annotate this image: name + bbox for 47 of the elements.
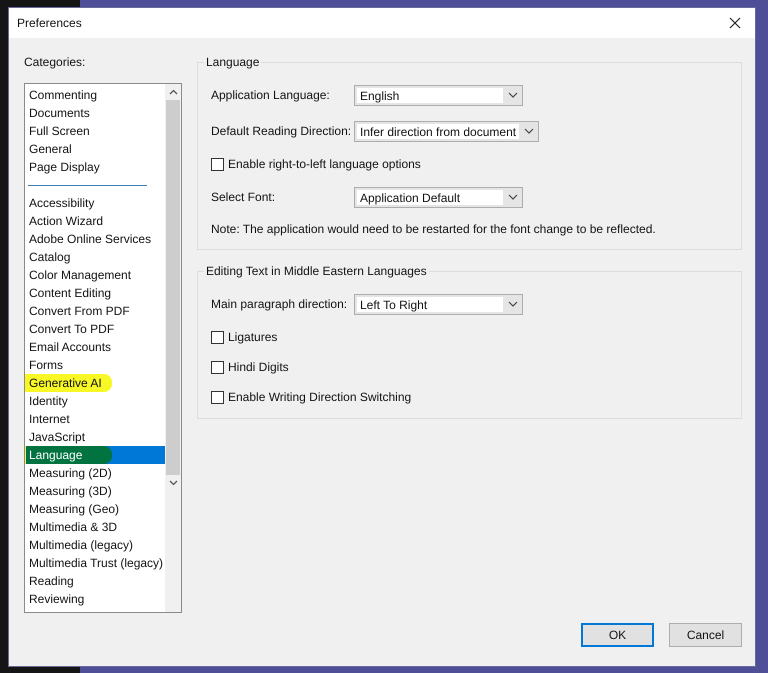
categories-label: Categories:	[24, 55, 86, 71]
category-item[interactable]: Measuring (Geo)	[26, 500, 165, 518]
dropdown[interactable]: Infer direction from document	[354, 120, 540, 142]
category-item[interactable]: Multimedia Trust (legacy)	[26, 554, 165, 572]
note-text: Note: The application would need to be restarted for the font change to be reflected.	[211, 222, 656, 236]
category-item[interactable]: Convert From PDF	[26, 302, 165, 320]
category-item[interactable]: Forms	[26, 356, 165, 374]
category-item[interactable]: Documents	[26, 104, 165, 122]
field-label: Application Language:	[211, 88, 331, 102]
category-item[interactable]: Email Accounts	[26, 338, 165, 356]
category-item[interactable]: Internet	[26, 410, 165, 428]
category-item[interactable]: Language	[26, 446, 165, 464]
category-item[interactable]: General	[26, 140, 165, 158]
category-item[interactable]: Generative AI	[26, 374, 165, 392]
dialog-button[interactable]: OK	[581, 623, 654, 647]
checkbox-label[interactable]: Enable Writing Direction Switching	[228, 390, 412, 404]
category-item[interactable]: Measuring (3D)	[26, 482, 165, 500]
checkbox-label[interactable]: Ligatures	[228, 330, 278, 344]
category-item[interactable]: Reading	[26, 572, 165, 590]
dropdown[interactable]: Left To Right	[354, 294, 523, 314]
category-item[interactable]: Action Wizard	[26, 212, 165, 230]
window-title: Preferences	[17, 16, 82, 30]
field-label: Default Reading Direction:	[211, 124, 352, 138]
group-title: Language	[204, 55, 262, 69]
group-title: Editing Text in Middle Eastern Languages	[204, 264, 429, 278]
category-item[interactable]: Convert To PDF	[26, 320, 165, 338]
category-item[interactable]: JavaScript	[26, 428, 165, 446]
category-item[interactable]: Adobe Online Services	[26, 230, 165, 248]
field-label: Main paragraph direction:	[211, 297, 348, 311]
category-item[interactable]: Full Screen	[26, 122, 165, 140]
category-item[interactable]: Multimedia (legacy)	[26, 536, 165, 554]
dropdown[interactable]: Application Default	[354, 186, 523, 208]
category-item[interactable]: Accessibility	[26, 194, 165, 212]
category-item[interactable]: Content Editing	[26, 284, 165, 302]
field-label: Select Font:	[211, 190, 276, 204]
category-item[interactable]: Color Management	[26, 266, 165, 284]
category-item[interactable]: Identity	[26, 392, 165, 410]
category-item[interactable]: Commenting	[26, 86, 165, 104]
dialog-button[interactable]: Cancel	[669, 623, 742, 647]
category-item[interactable]: Reviewing	[26, 590, 165, 608]
checkbox-label[interactable]: Enable right-to-left language options	[228, 157, 421, 171]
category-item[interactable]: Catalog	[26, 248, 165, 266]
category-item[interactable]: Multimedia & 3D	[26, 518, 165, 536]
checkbox-label[interactable]: Hindi Digits	[228, 360, 289, 374]
category-item[interactable]: Page Display	[26, 158, 165, 176]
category-item[interactable]: Measuring (2D)	[26, 464, 165, 482]
dropdown[interactable]: English	[354, 84, 523, 106]
